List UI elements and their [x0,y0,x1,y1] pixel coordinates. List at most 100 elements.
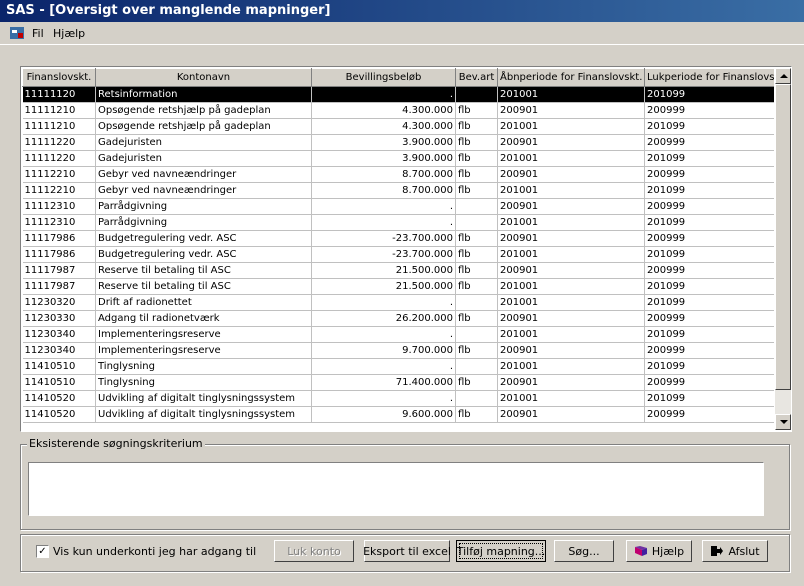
help-button[interactable]: Hjælp [626,540,692,562]
table-cell-amount: 3.900.000 [311,150,456,167]
table-cell-art: flb [455,230,498,247]
export-excel-button[interactable]: Eksport til excel [363,540,451,562]
column-header-abnperiode[interactable]: Åbnperiode for Finanslovskt. [497,68,645,87]
column-header-bevart[interactable]: Bev.art [455,68,498,87]
table-cell-name: Retsinformation [95,86,312,103]
table-row[interactable]: 11230320 Drift af radionettet. 201001 20109… [22,294,774,311]
table-row[interactable]: 11112210 Gebyr ved navneændringer 8.700.00… [22,182,774,199]
table-cell-name: Parrådgivning [95,214,312,231]
table-cell-amount: . [311,214,456,231]
table-row[interactable]: 11111220 Gadejuristen 3.900.000 flb 201001 20… [22,150,774,167]
table-cell-fin: 11117987 [22,262,96,279]
table-row[interactable]: 11230340 Implementeringsreserve 9.700.000 f… [22,342,774,359]
table-cell-art: flb [455,166,498,183]
table-row[interactable]: 11111210 Opsøgende retshjælp på gadeplan 4… [22,102,774,119]
table-cell-open: 201001 [497,182,645,199]
table-cell-open: 201001 [497,294,645,311]
criteria-label: Eksisterende søgningskriterium [27,437,205,450]
scroll-up-button[interactable] [775,68,791,84]
table-cell-fin: 11111220 [22,150,96,167]
table-cell-fin: 11117987 [22,278,96,295]
menu-item-hjaelp[interactable]: Hjælp [53,27,85,40]
criteria-textbox[interactable] [28,462,764,516]
table-cell-close: 200999 [644,134,774,151]
table-row[interactable]: 11117986 Budgetregulering vedr. ASC -23.70… [22,230,774,247]
mapping-grid[interactable]: Finanslovskt. Kontonavn Bevillingsbeløb … [20,66,792,432]
table-cell-amount: . [311,326,456,343]
table-row[interactable]: 11410510 Tinglysning 71.400.000 flb 200901 20… [22,374,774,391]
table-cell-close: 200999 [644,166,774,183]
table-cell-open: 201001 [497,150,645,167]
table-cell-name: Gebyr ved navneændringer [95,182,312,199]
scroll-down-button[interactable] [775,414,791,430]
table-cell-amount: 21.500.000 [311,278,456,295]
table-cell-close: 201099 [644,358,774,375]
table-cell-fin: 11111210 [22,118,96,135]
scroll-thumb[interactable] [775,84,791,390]
access-filter-checkbox[interactable]: ✓ [36,545,49,558]
table-row[interactable]: 11230330 Adgang til radionetværk 26.200.00… [22,310,774,327]
close-account-button[interactable]: Luk konto [274,540,354,562]
table-cell-close: 200999 [644,374,774,391]
table-cell-close: 201099 [644,326,774,343]
table-cell-fin: 11112210 [22,166,96,183]
table-cell-amount: 9.600.000 [311,406,456,423]
table-cell-name: Drift af radionettet [95,294,312,311]
vertical-scrollbar[interactable] [775,68,791,430]
table-row[interactable]: 11112310 Parrådgivning. 200901 200999 [22,198,774,215]
table-cell-amount: 8.700.000 [311,182,456,199]
table-cell-art: flb [455,182,498,199]
exit-button[interactable]: Afslut [702,540,768,562]
add-mapping-button[interactable]: Tilføj mapning... [456,540,546,562]
table-row[interactable]: 11117986 Budgetregulering vedr. ASC -23.70… [22,246,774,263]
table-row[interactable]: 11111120 Retsinformation. 201001 201099 [22,86,774,103]
table-cell-art: flb [455,278,498,295]
table-cell-name: Implementeringsreserve [95,342,312,359]
table-cell-art [455,294,498,311]
table-cell-fin: 11410520 [22,390,96,407]
table-row[interactable]: 11230340 Implementeringsreserve. 201001 201… [22,326,774,343]
table-row[interactable]: 11112310 Parrådgivning. 201001 201099 [22,214,774,231]
table-row[interactable]: 11410520 Udvikling af digitalt tinglysnin… [22,390,774,407]
table-row[interactable]: 11111220 Gadejuristen 3.900.000 flb 200901 20… [22,134,774,151]
table-cell-open: 200901 [497,230,645,247]
table-cell-fin: 11230340 [22,326,96,343]
column-header-lukperiode[interactable]: Lukperiode for Finanslovskt. [644,68,774,87]
mapping-table: Finanslovskt. Kontonavn Bevillingsbeløb … [22,68,774,423]
access-filter-label: Vis kun underkonti jeg har adgang til [53,545,257,558]
table-cell-amount: . [311,358,456,375]
table-cell-close: 201099 [644,118,774,135]
app-icon[interactable] [10,26,24,40]
table-row[interactable]: 11117987 Reserve til betaling til ASC 21.5… [22,278,774,295]
table-cell-fin: 11230320 [22,294,96,311]
column-header-kontonavn[interactable]: Kontonavn [95,68,312,87]
exit-door-icon [711,546,724,556]
table-cell-art [455,326,498,343]
menu-item-fil[interactable]: Fil [32,27,44,40]
table-cell-fin: 11230340 [22,342,96,359]
table-cell-close: 201099 [644,86,774,103]
column-header-finanslovskt[interactable]: Finanslovskt. [22,68,96,87]
table-row[interactable]: 11410520 Udvikling af digitalt tinglysnin… [22,406,774,423]
table-cell-art: flb [455,374,498,391]
table-cell-name: Opsøgende retshjælp på gadeplan [95,118,312,135]
table-cell-open: 201001 [497,214,645,231]
title-bar: SAS - [Oversigt over manglende mapninger… [0,0,804,22]
search-button[interactable]: Søg... [554,540,614,562]
table-row[interactable]: 11111210 Opsøgende retshjælp på gadeplan 4… [22,118,774,135]
column-header-bevillingsbelob[interactable]: Bevillingsbeløb [311,68,456,87]
table-row[interactable]: 11112210 Gebyr ved navneændringer 8.700.00… [22,166,774,183]
table-cell-amount: 71.400.000 [311,374,456,391]
table-cell-close: 201099 [644,214,774,231]
table-cell-open: 200901 [497,374,645,391]
table-cell-open: 200901 [497,406,645,423]
table-cell-name: Gadejuristen [95,134,312,151]
table-cell-art: flb [455,134,498,151]
table-cell-open: 200901 [497,166,645,183]
table-cell-art: flb [455,406,498,423]
table-row[interactable]: 11410510 Tinglysning. 201001 201099 [22,358,774,375]
table-cell-name: Parrådgivning [95,198,312,215]
table-row[interactable]: 11117987 Reserve til betaling til ASC 21.5… [22,262,774,279]
add-mapping-label: Tilføj mapning... [456,544,546,558]
table-cell-close: 200999 [644,342,774,359]
